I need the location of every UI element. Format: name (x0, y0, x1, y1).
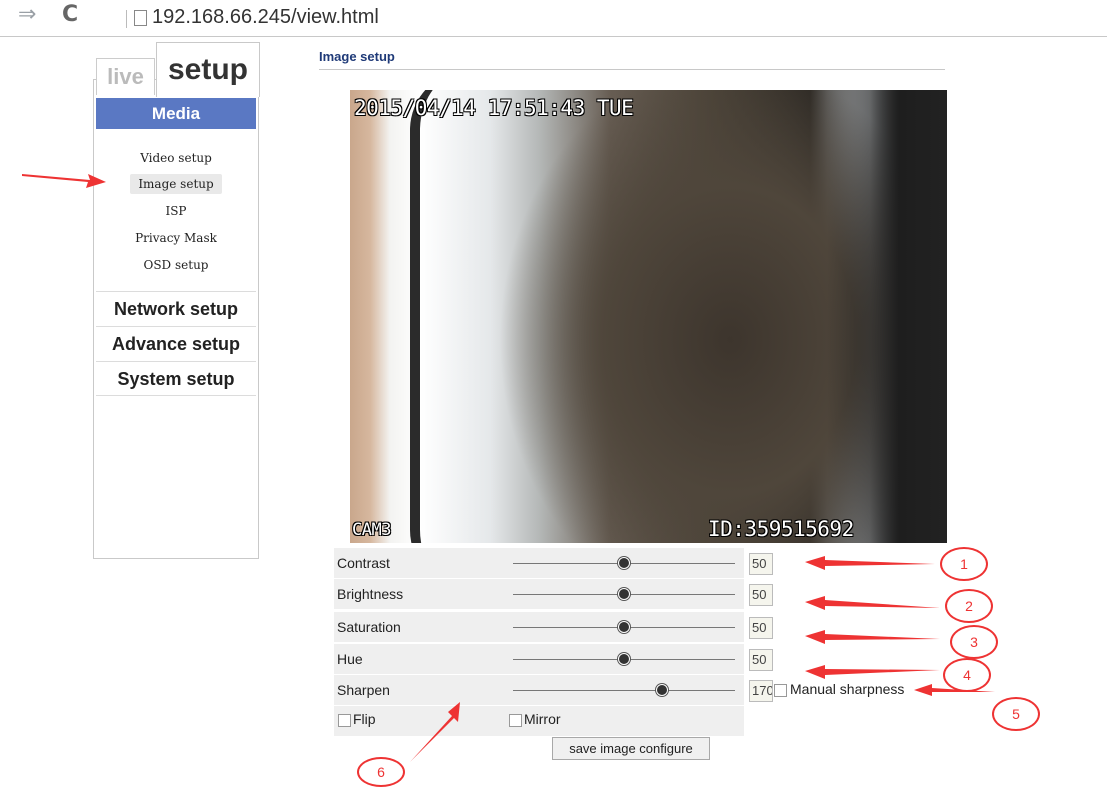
sidebar-item-isp[interactable]: ISP (96, 200, 256, 222)
url-text[interactable]: 192.168.66.245/view.html (152, 6, 379, 29)
setting-value-box[interactable]: 50 (749, 553, 773, 575)
page-title: Image setup (319, 49, 395, 64)
video-preview: 2015/04/14 17:51:43 TUE CAM3 ID:35951569… (350, 90, 947, 543)
url-separator (126, 10, 127, 28)
annotation-arrow-sidebar (22, 174, 106, 188)
slider-knob[interactable] (618, 588, 630, 600)
annotation-circle-4: 4 (943, 658, 991, 692)
annotation-circle-5: 5 (992, 697, 1040, 731)
setting-value-box[interactable]: 50 (749, 649, 773, 671)
sidebar-system-setup[interactable]: System setup (96, 361, 256, 396)
setting-label: Hue (337, 651, 363, 667)
annotation-arrow-6 (410, 702, 460, 762)
manual-sharpness-checkbox[interactable] (774, 684, 787, 697)
title-divider (319, 69, 945, 70)
flip-label: Flip (353, 711, 376, 727)
mirror-checkbox[interactable] (509, 714, 522, 727)
slider-knob[interactable] (618, 557, 630, 569)
reload-icon[interactable]: C (62, 2, 78, 27)
slider-track[interactable] (513, 690, 735, 691)
setting-value-box[interactable]: 50 (749, 617, 773, 639)
sidebar-item-label: Privacy Mask (135, 231, 217, 245)
sidebar-network-setup[interactable]: Network setup (96, 291, 256, 326)
sidebar-item-label: ISP (165, 204, 187, 218)
annotation-circle-3: 3 (950, 625, 998, 659)
setting-value-box[interactable]: 170 (749, 680, 773, 702)
osd-datetime: 2015/04/14 17:51:43 TUE (354, 96, 634, 120)
video-object (827, 90, 947, 543)
slider-knob[interactable] (618, 621, 630, 633)
page-icon (134, 10, 147, 26)
setting-label: Brightness (337, 586, 404, 602)
sidebar-media-header[interactable]: Media (96, 98, 256, 129)
setting-label: Sharpen (337, 682, 390, 698)
annotation-circle-2: 2 (945, 589, 993, 623)
sidebar-item-osd-setup[interactable]: OSD setup (96, 254, 256, 276)
annotation-circle-6: 6 (357, 757, 405, 787)
sidebar-item-label: Video setup (140, 151, 212, 165)
osd-id: ID:359515692 (708, 517, 854, 541)
sidebar-item-privacy-mask[interactable]: Privacy Mask (96, 227, 256, 249)
save-image-configure-button[interactable]: save image configure (552, 737, 710, 760)
osd-camera: CAM3 (352, 520, 391, 540)
setting-value-box[interactable]: 50 (749, 584, 773, 606)
setting-label: Saturation (337, 619, 401, 635)
sidebar-item-video-setup[interactable]: Video setup (96, 147, 256, 169)
sidebar-item-image-setup[interactable]: Image setup (96, 173, 256, 195)
annotation-circle-1: 1 (940, 547, 988, 581)
mirror-label: Mirror (524, 711, 561, 727)
flip-checkbox[interactable] (338, 714, 351, 727)
video-object (410, 90, 490, 543)
slider-knob[interactable] (618, 653, 630, 665)
sidebar-divider (96, 395, 256, 396)
sidebar-advance-setup[interactable]: Advance setup (96, 326, 256, 361)
sidebar-item-label: OSD setup (143, 258, 209, 272)
tab-live[interactable]: live (96, 58, 155, 95)
arrow-right-icon[interactable]: ⇒ (18, 2, 36, 27)
slider-knob[interactable] (655, 684, 668, 696)
tab-setup[interactable]: setup (156, 42, 260, 97)
sidebar-item-label: Image setup (130, 174, 222, 194)
setting-label: Contrast (337, 555, 390, 571)
